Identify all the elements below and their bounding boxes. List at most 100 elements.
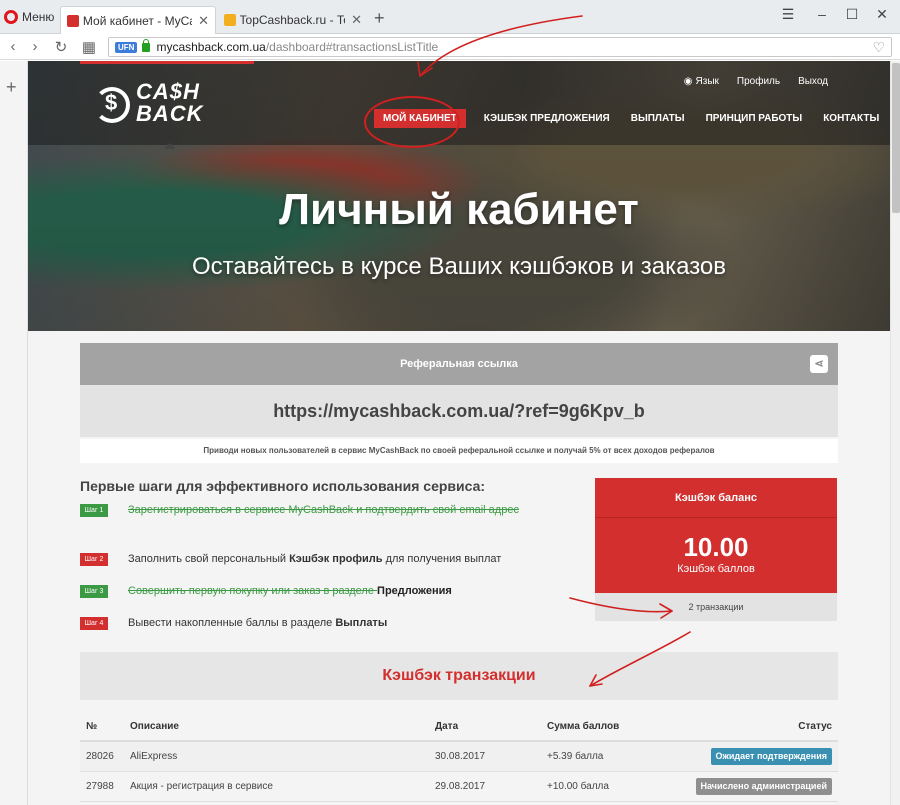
step-text-part: Совершить первую покупку или заказ в раз… — [128, 585, 378, 597]
table-row: 27988 Акция - регистрация в сервисе 29.0… — [80, 772, 838, 802]
referral-header: Реферальная ссылка ⋖ — [80, 343, 838, 385]
step-text[interactable]: Зарегистрироваться в сервисе MyCashBack … — [128, 502, 519, 518]
page-scrollbar[interactable] — [890, 61, 900, 805]
tab-label: Мой кабинет - MyCashBa — [82, 13, 192, 28]
transaction-count-link[interactable]: 2 транзакции — [595, 593, 837, 621]
speed-dial-icon[interactable]: ▦ — [80, 38, 98, 56]
close-tab-icon[interactable]: ✕ — [351, 12, 362, 28]
logout-link[interactable]: Выход — [798, 76, 828, 87]
row-sum: +5.39 балла — [547, 751, 604, 762]
step-item: Шаг 2 Заполнить свой персональный Кэшбэк… — [80, 551, 560, 567]
profile-link[interactable]: Профиль — [737, 76, 780, 87]
referral-note: Приводи новых пользователей в сервис MyC… — [80, 439, 838, 463]
row-description: AliExpress — [130, 751, 178, 762]
step-item: Шаг 4 Вывести накопленные баллы в раздел… — [80, 615, 560, 631]
nav-cashback-offers[interactable]: КЭШБЭК ПРЕДЛОЖЕНИЯ — [484, 113, 610, 124]
page: $ CA$H BACK ◉ Язык Профиль Выход МОЙ КАБИ… — [28, 61, 890, 805]
status-badge: Начислено администрацией — [695, 777, 832, 795]
url-field[interactable]: UFN mycashback.com.ua /dashboard#transac… — [108, 37, 892, 57]
step-text-part: Заполнить свой персональный — [128, 553, 290, 565]
step-text: Вывести накопленные баллы в разделе Выпл… — [128, 615, 387, 631]
step-item: Шаг 1 Зарегистрироваться в сервисе MyCas… — [80, 502, 560, 518]
transactions-table: № Описание Дата Сумма баллов Статус 2802… — [80, 712, 838, 802]
reload-icon[interactable]: ↻ — [52, 38, 70, 56]
top-links: ◉ Язык Профиль Выход — [684, 76, 828, 87]
language-link[interactable]: ◉ Язык — [684, 76, 719, 87]
column-header-date: Дата — [435, 721, 459, 732]
ufn-badge: UFN — [115, 41, 138, 53]
heart-icon[interactable]: ♡ — [872, 39, 885, 56]
page-title: Личный кабинет — [279, 185, 639, 234]
referral-title: Реферальная ссылка — [400, 358, 518, 370]
table-header-row: № Описание Дата Сумма баллов Статус — [80, 712, 838, 742]
tab-topcashback[interactable]: TopCashback.ru - Топ луч ✕ — [218, 6, 368, 34]
browser-menu-button[interactable]: Меню — [4, 6, 54, 28]
dollar-icon: $ — [105, 90, 118, 115]
lock-favicon-icon — [224, 14, 236, 26]
browser-sidebar: + — [0, 61, 28, 805]
row-status-cell: Начислено администрацией — [695, 772, 832, 802]
tab-label: TopCashback.ru - Топ луч — [239, 13, 346, 27]
maximize-icon[interactable]: ☐ — [842, 6, 862, 23]
row-description: Акция - регистрация в сервисе — [130, 781, 273, 792]
balance-unit: Кэшбэк баллов — [677, 563, 755, 575]
logo-line1: CA$H — [136, 79, 200, 104]
back-icon[interactable]: ‹ — [4, 38, 22, 55]
tab-mycashback[interactable]: Мой кабинет - MyCashBa ✕ — [60, 6, 216, 34]
browser-tabbar: Меню Мой кабинет - MyCashBa ✕ TopCashbac… — [0, 0, 900, 34]
page-subtitle: Оставайтесь в курсе Ваших кэшбэков и зак… — [191, 253, 727, 280]
logo-line2: BACK — [136, 101, 204, 126]
add-panel-icon[interactable]: + — [6, 77, 17, 98]
steps-title: Первые шаги для эффективного использован… — [80, 478, 486, 494]
balance-body: 10.00 Кэшбэк баллов — [595, 518, 837, 593]
opera-logo-icon — [4, 10, 18, 24]
nav-payouts[interactable]: ВЫПЛАТЫ — [631, 113, 685, 124]
mycashback-favicon-icon — [67, 14, 79, 27]
row-date: 29.08.2017 — [435, 781, 486, 792]
globe-icon: ◉ — [683, 76, 693, 87]
row-sum: +10.00 балла — [547, 781, 609, 792]
new-tab-icon[interactable]: + — [374, 8, 385, 29]
payouts-link[interactable]: Выплаты — [335, 617, 387, 629]
close-tab-icon[interactable]: ✕ — [198, 13, 209, 29]
row-date: 30.08.2017 — [435, 751, 486, 762]
row-num: 28026 — [86, 751, 114, 762]
accent-line — [80, 61, 254, 64]
step-text-part: Вывести накопленные баллы в разделе — [128, 617, 336, 629]
scrollbar-thumb[interactable] — [892, 63, 900, 213]
nav-contacts[interactable]: КОНТАКТЫ — [823, 113, 879, 124]
nav-how-it-works[interactable]: ПРИНЦИП РАБОТЫ — [706, 113, 803, 124]
site-logo[interactable]: $ CA$H BACK — [94, 81, 244, 131]
column-header-status: Статус — [798, 721, 832, 732]
window-close-icon[interactable]: ✕ — [872, 6, 892, 23]
url-path: /dashboard#transactionsListTitle — [265, 40, 439, 54]
step-badge: Шаг 2 — [80, 553, 108, 566]
url-host: mycashback.com.ua — [156, 40, 266, 54]
offers-link[interactable]: Предложения — [377, 585, 452, 597]
balance-value: 10.00 — [683, 532, 749, 562]
step-badge: Шаг 1 — [80, 504, 108, 517]
step-text: Заполнить свой персональный Кэшбэк профи… — [128, 551, 501, 567]
referral-link[interactable]: https://mycashback.com.ua/?ref=9g6Kpv_b — [80, 385, 838, 437]
step-text: Совершить первую покупку или заказ в раз… — [128, 583, 452, 599]
browser-menu-label: Меню — [22, 10, 55, 24]
transactions-title: Кэшбэк транзакции — [80, 652, 838, 700]
annotation-circle — [364, 96, 460, 148]
logo-caret — [164, 143, 176, 149]
tab-menu-icon[interactable]: ☰ — [778, 6, 798, 23]
forward-icon[interactable]: › — [26, 38, 44, 55]
minimize-icon[interactable]: – — [812, 6, 832, 22]
column-header-num: № — [86, 721, 98, 732]
row-num: 27988 — [86, 781, 114, 792]
balance-title: Кэшбэк баланс — [595, 478, 837, 518]
share-icon[interactable]: ⋖ — [810, 355, 828, 373]
lock-icon — [142, 38, 151, 52]
column-header-description: Описание — [130, 721, 179, 732]
address-bar: ‹ › ↻ ▦ UFN mycashback.com.ua /dashboard… — [0, 34, 900, 60]
row-status-cell: Ожидает подтверждения — [710, 742, 832, 772]
cashback-profile-link[interactable]: Кэшбэк профиль — [289, 553, 382, 565]
status-badge: Ожидает подтверждения — [710, 747, 832, 765]
balance-card: Кэшбэк баланс 10.00 Кэшбэк баллов 2 тран… — [595, 478, 837, 621]
table-row: 28026 AliExpress 30.08.2017 +5.39 балла … — [80, 742, 838, 772]
hero-banner: $ CA$H BACK ◉ Язык Профиль Выход МОЙ КАБИ… — [28, 61, 890, 331]
